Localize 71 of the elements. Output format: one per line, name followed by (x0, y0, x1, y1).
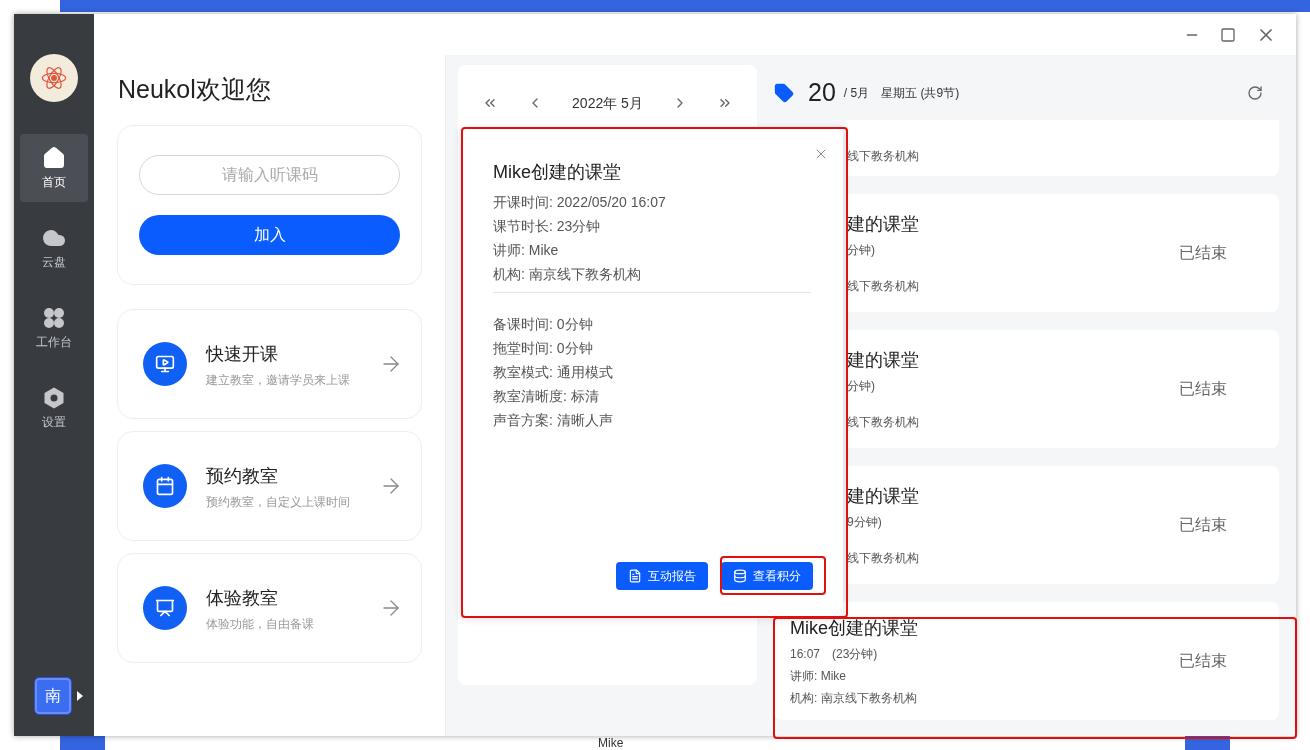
lesson-title: 建的课堂 (847, 485, 919, 508)
tag-icon (774, 82, 794, 103)
welcome-title: Neukol欢迎您 (118, 74, 272, 105)
feature-card[interactable]: 体验教室 体验功能，自由备课 (117, 553, 422, 663)
background-block (60, 736, 105, 750)
info-line: 机构: 南京线下教务机构 (493, 265, 642, 284)
feature-subtitle: 体验功能，自由备课 (206, 616, 315, 632)
caret-icon (77, 691, 83, 701)
day-weekday: 星期五 (共9节) (881, 84, 960, 101)
lesson-card[interactable]: Mike创建的课堂 16:07 (23分钟) 讲师: Mike 机构: 南京线下教务机构 已结束 (774, 602, 1279, 720)
lesson-org: 机构: 南京线下教务机构 (790, 690, 918, 706)
day-number: 20 (808, 76, 836, 108)
calendar-icon (155, 476, 175, 496)
lesson-org: 线下教务机构 (847, 550, 919, 566)
class-code-field[interactable]: 请输入听课码 (139, 155, 400, 195)
org-avatar[interactable]: 南 (35, 678, 71, 714)
document-icon (628, 569, 642, 583)
lesson-status: 已结束 (1179, 379, 1227, 399)
lesson-card[interactable]: 建的课堂 分钟) 线下教务机构 已结束 (846, 330, 1279, 448)
lesson-title: Mike创建的课堂 (790, 617, 918, 640)
lesson-card[interactable]: 建的课堂 分钟) 线下教务机构 已结束 (846, 194, 1279, 312)
refresh-icon[interactable] (1247, 84, 1263, 101)
feature-title: 快速开课 (206, 343, 279, 366)
lesson-title: 建的课堂 (847, 349, 919, 372)
lesson-time: 16:07 (23分钟) (790, 646, 879, 662)
apps-icon (42, 306, 66, 330)
database-icon (733, 569, 747, 583)
lesson-status: 已结束 (1179, 243, 1227, 263)
detail-line: 拖堂时间: 0分钟 (493, 339, 594, 358)
maximize-icon[interactable] (1220, 26, 1236, 43)
popup-button[interactable]: 查看积分 (721, 562, 813, 590)
feature-card[interactable]: 预约教室 预约教室，自定义上课时间 (117, 431, 422, 541)
settings-icon (42, 386, 66, 410)
nav-item[interactable]: 设置 (20, 374, 88, 442)
lesson-time: 分钟) (847, 378, 876, 394)
detail-line: 教室清晰度: 标清 (493, 387, 600, 406)
lesson-card[interactable]: 建的课堂 9分钟) 线下教务机构 已结束 (846, 466, 1279, 584)
nav-item[interactable]: 工作台 (20, 294, 88, 362)
detail-line: 教室模式: 通用模式 (493, 363, 614, 382)
lesson-teacher: 讲师: Mike (790, 668, 847, 684)
nav-item[interactable]: 首页 (20, 134, 88, 202)
feature-title: 预约教室 (206, 465, 279, 488)
feature-subtitle: 预约教室，自定义上课时间 (206, 494, 351, 510)
lesson-status: 已结束 (1179, 515, 1227, 535)
info-line: 课节时长: 23分钟 (493, 217, 602, 236)
easel-icon (155, 598, 175, 618)
lesson-status: 已结束 (1179, 651, 1227, 671)
home-icon (42, 146, 66, 170)
screen-icon (155, 354, 175, 374)
lesson-title: 建的课堂 (847, 213, 919, 236)
background-text: Mike (598, 736, 624, 750)
nav-item[interactable]: 云盘 (20, 214, 88, 282)
calendar-month: 2022年 5月 (572, 94, 643, 113)
atom-icon (40, 64, 68, 92)
lesson-time: 分钟) (847, 242, 876, 258)
info-line: 讲师: Mike (493, 241, 560, 260)
lesson-time: 9分钟) (847, 514, 883, 530)
day-month: / 5月 (843, 84, 870, 101)
feature-card[interactable]: 快速开课 建立教室，邀请学员来上课 (117, 309, 422, 419)
lesson-card[interactable]: 线下教务机构 (846, 120, 1279, 176)
lesson-org: 线下教务机构 (847, 148, 919, 164)
join-button[interactable]: 加入 (139, 215, 400, 255)
popup-title: Mike创建的课堂 (493, 161, 622, 184)
popup-button[interactable]: 互动报告 (616, 562, 708, 590)
lesson-org: 线下教务机构 (847, 414, 919, 430)
info-line: 开课时间: 2022/05/20 16:07 (493, 193, 667, 212)
feature-subtitle: 建立教室，邀请学员来上课 (206, 372, 351, 388)
feature-title: 体验教室 (206, 587, 279, 610)
detail-line: 备课时间: 0分钟 (493, 315, 594, 334)
lesson-org: 线下教务机构 (847, 278, 919, 294)
detail-line: 声音方案: 清晰人声 (493, 411, 614, 430)
